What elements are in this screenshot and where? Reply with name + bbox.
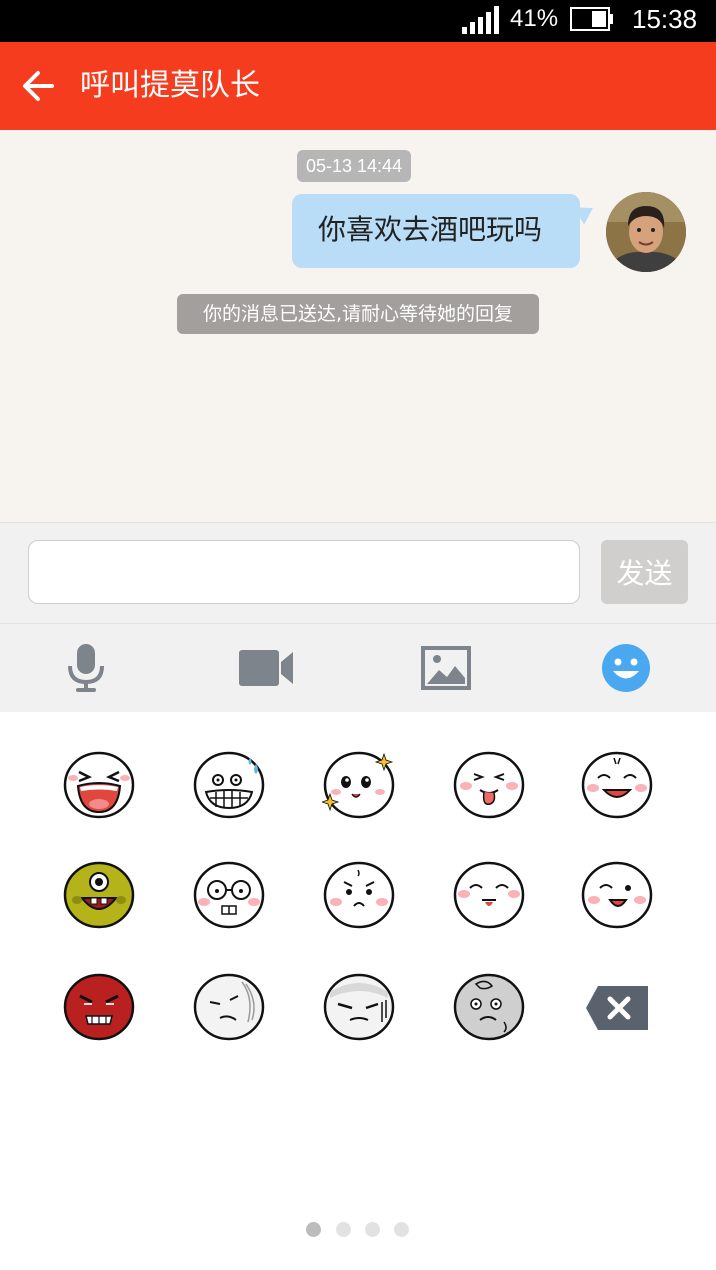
glasses-nerd-emoji-icon[interactable] [192, 860, 266, 930]
page-dot[interactable] [336, 1222, 351, 1237]
delivery-status-note: 你的消息已送达,请耐心等待她的回复 [177, 294, 539, 334]
microphone-icon [68, 644, 104, 692]
page-dot[interactable] [306, 1222, 321, 1237]
battery-icon [570, 7, 613, 31]
back-arrow-icon[interactable] [18, 64, 58, 108]
angry-red-emoji-icon[interactable] [62, 972, 136, 1042]
signal-icon [462, 6, 499, 34]
chat-area: 05-13 14:44 你喜欢去酒吧玩吗 你的消息已送达,请耐心等待她的回复 [0, 130, 716, 522]
outgoing-message-bubble[interactable]: 你喜欢去酒吧玩吗 [292, 194, 580, 268]
backspace-delete-icon[interactable] [584, 984, 650, 1032]
sly-emoji-icon[interactable] [322, 972, 396, 1042]
emoji-panel [0, 712, 716, 1270]
attachment-toolbar [0, 623, 716, 713]
laughing-emoji-icon[interactable] [62, 750, 136, 820]
message-timestamp: 05-13 14:44 [297, 150, 412, 182]
message-input-bar: 发送 [0, 522, 716, 623]
crying-gray-emoji-icon[interactable] [452, 972, 526, 1042]
video-camera-icon [239, 650, 293, 686]
content-smile-emoji-icon[interactable] [580, 750, 654, 820]
clock: 15:38 [632, 4, 698, 34]
image-icon [421, 646, 471, 690]
smug-emoji-icon[interactable] [452, 860, 526, 930]
smiley-icon [602, 644, 650, 692]
wink-emoji-icon[interactable] [580, 860, 654, 930]
emoji-button[interactable] [598, 642, 654, 694]
message-input[interactable] [28, 540, 580, 604]
battery-percent: 41% [510, 5, 559, 32]
voice-button[interactable] [58, 642, 114, 694]
avatar[interactable] [606, 192, 686, 272]
photo-button[interactable] [418, 642, 474, 694]
page-title: 呼叫提莫队长 [80, 68, 260, 103]
message-text: 你喜欢去酒吧玩吗 [318, 213, 543, 246]
send-button[interactable]: 发送 [601, 540, 688, 604]
page-dot[interactable] [394, 1222, 409, 1237]
tongue-out-emoji-icon[interactable] [452, 750, 526, 820]
starry-eyed-emoji-icon[interactable] [322, 750, 396, 820]
dizzy-emoji-icon[interactable] [192, 972, 266, 1042]
page-indicator [306, 1222, 412, 1238]
page-dot[interactable] [365, 1222, 380, 1237]
grinning-sweat-emoji-icon[interactable] [192, 750, 266, 820]
status-bar: 41% 15:38 [0, 0, 716, 42]
shy-emoji-icon[interactable] [322, 860, 396, 930]
video-button[interactable] [238, 642, 294, 694]
avatar-photo [606, 192, 686, 272]
app-bar: 呼叫提莫队长 [0, 42, 716, 130]
green-cyclops-emoji-icon[interactable] [62, 860, 136, 930]
